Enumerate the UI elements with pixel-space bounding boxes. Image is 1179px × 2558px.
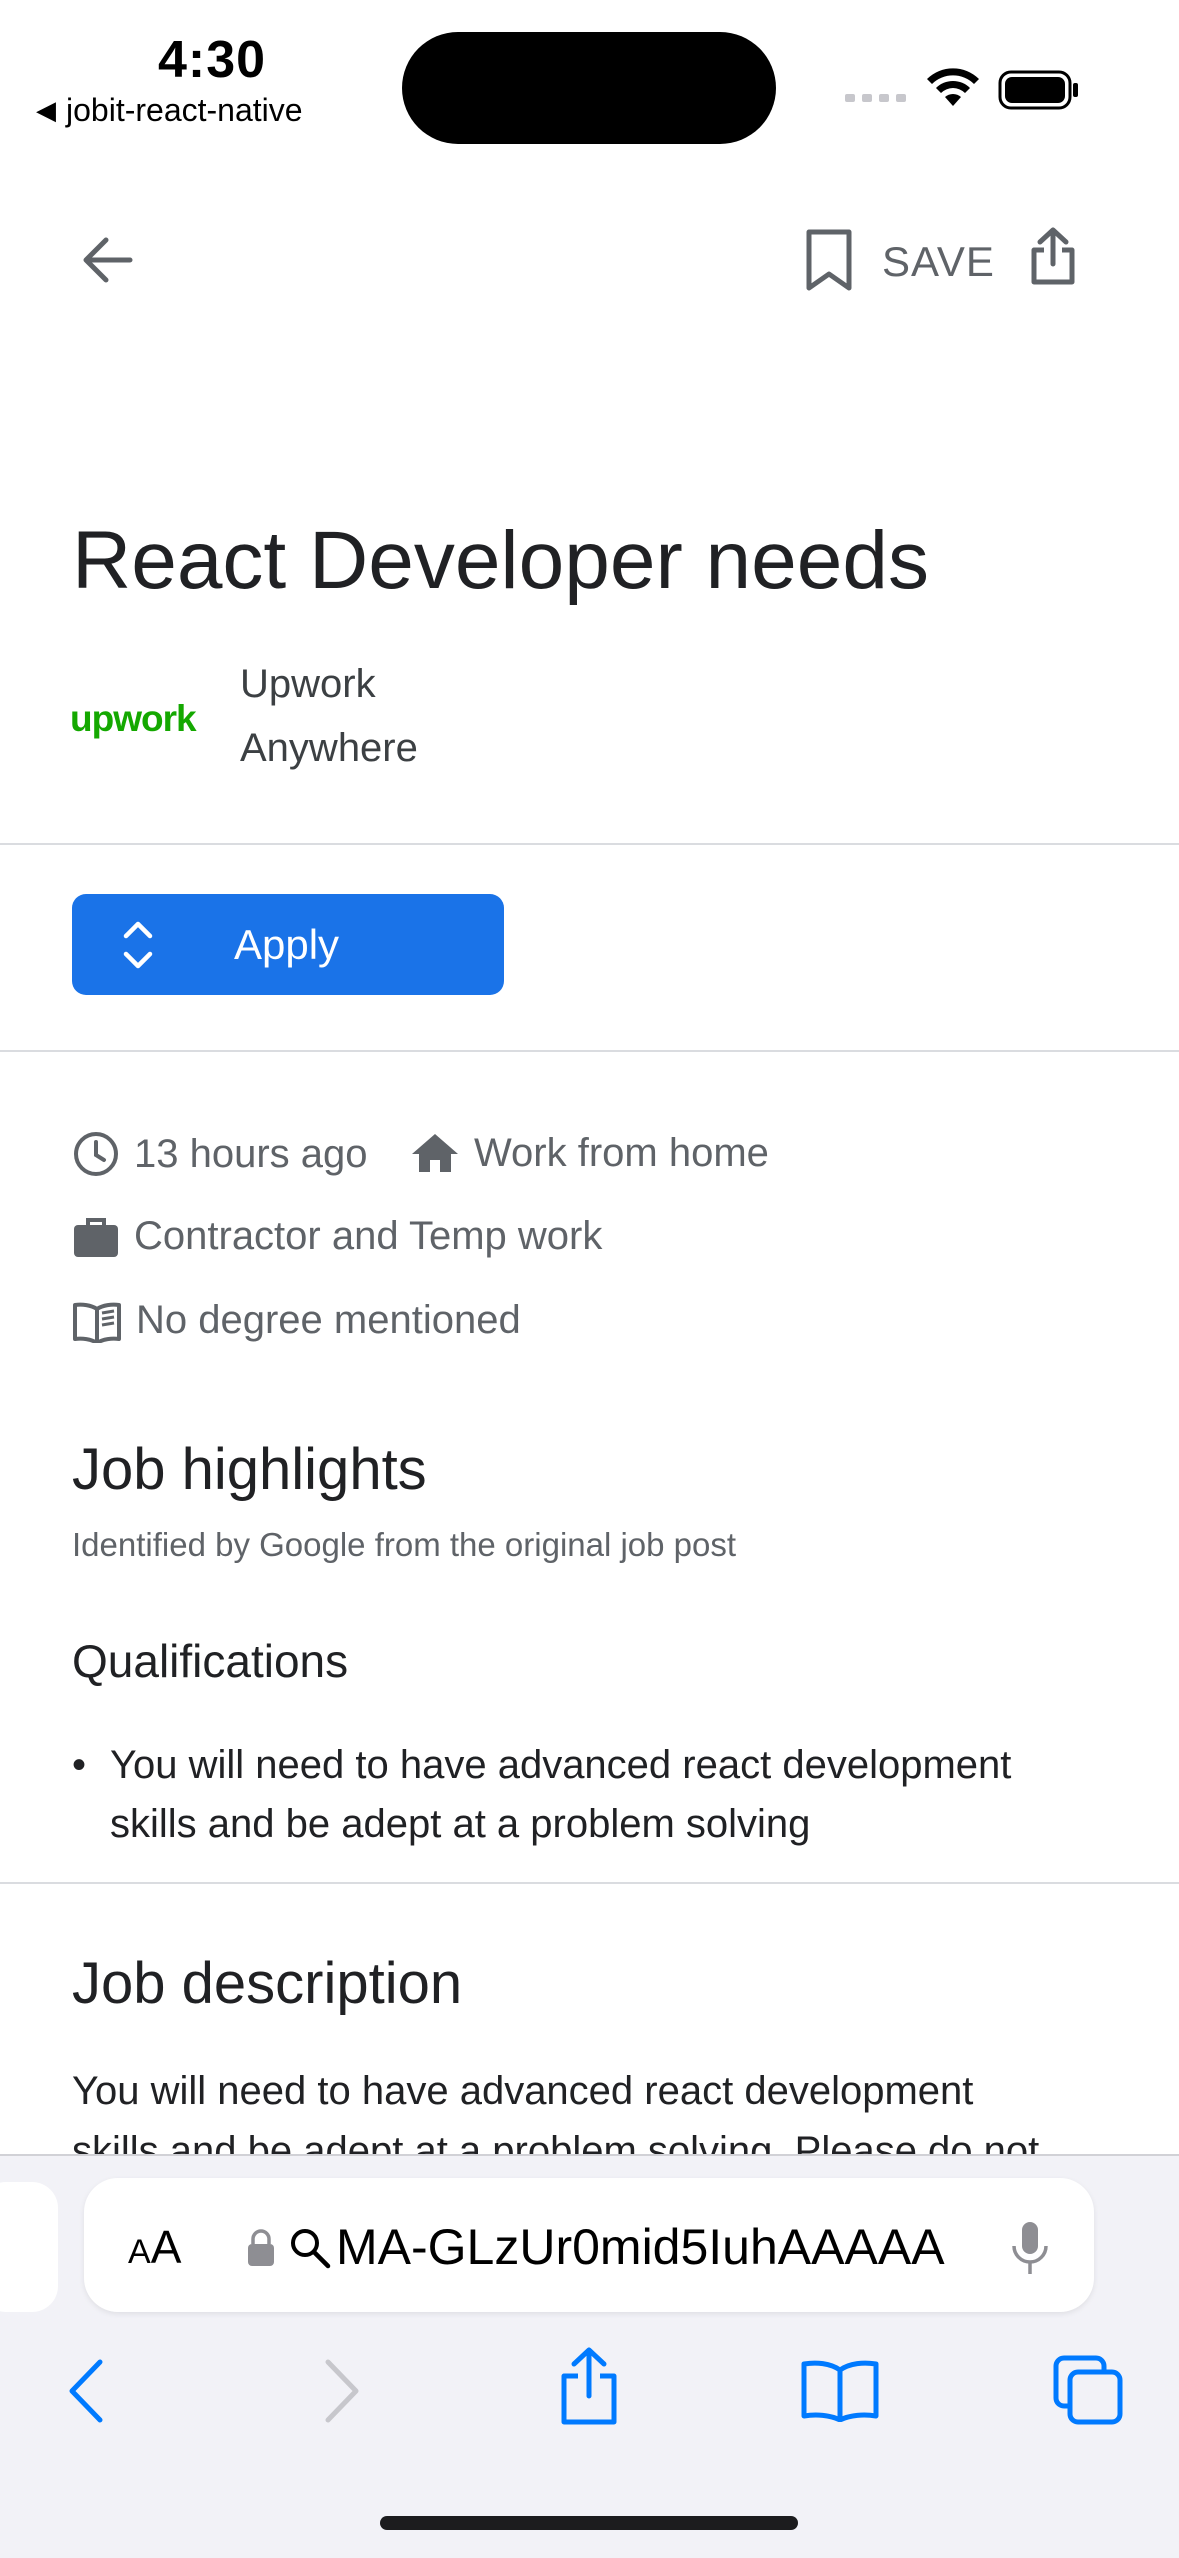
- tabs-icon[interactable]: [1052, 2354, 1124, 2426]
- url-text[interactable]: MA-GLzUr0mid5IuhAAAAA: [336, 2218, 956, 2276]
- previous-tab-preview[interactable]: [0, 2182, 58, 2312]
- back-to-app-link[interactable]: ◀ jobit-react-native: [36, 92, 303, 129]
- description-heading: Job description: [72, 1951, 463, 2016]
- company-logo: upwork: [70, 698, 197, 739]
- posted-time: 13 hours ago: [72, 1130, 368, 1178]
- qualifications-heading: Qualifications: [72, 1635, 349, 1687]
- microphone-icon[interactable]: [1010, 2220, 1050, 2276]
- browser-forward-icon[interactable]: [322, 2358, 362, 2424]
- home-indicator: [380, 2516, 798, 2530]
- briefcase-icon: [74, 1217, 118, 1257]
- apply-button[interactable]: Apply: [72, 894, 504, 995]
- share-icon[interactable]: [1028, 226, 1078, 286]
- dynamic-island: [402, 32, 776, 144]
- job-title: React Developer needs: [72, 515, 929, 606]
- bookmark-icon[interactable]: [803, 228, 855, 294]
- browser-back-icon[interactable]: [66, 2358, 106, 2424]
- divider: [0, 1882, 1179, 1884]
- work-mode: Work from home: [410, 1130, 769, 1176]
- degree-requirement: No degree mentioned: [72, 1298, 521, 1343]
- qualification-bullet: •: [72, 1743, 87, 1787]
- highlights-heading: Job highlights: [72, 1437, 427, 1502]
- apply-label: Apply: [234, 921, 340, 968]
- expand-chevrons-icon: [123, 921, 153, 969]
- aa-large: A: [150, 2221, 182, 2273]
- cellular-signal-icon: [845, 94, 906, 102]
- search-icon: [291, 2229, 331, 2269]
- divider: [0, 1050, 1179, 1052]
- status-time: 4:30: [158, 31, 267, 89]
- job-location: Anywhere: [240, 726, 418, 770]
- battery-icon: [998, 70, 1078, 110]
- description-line-1: You will need to have advanced react dev…: [72, 2069, 974, 2113]
- company-name: Upwork: [240, 662, 376, 706]
- wifi-icon: [927, 68, 979, 106]
- back-app-label: jobit-react-native: [66, 92, 303, 128]
- highlights-subheading: Identified by Google from the original j…: [72, 1526, 737, 1563]
- lock-icon: [248, 2229, 274, 2266]
- clock-icon: [74, 1132, 118, 1176]
- back-arrow-icon[interactable]: [80, 232, 136, 288]
- employment-type: Contractor and Temp work: [72, 1214, 602, 1259]
- browser-share-icon[interactable]: [556, 2346, 622, 2426]
- reader-settings-button[interactable]: AA: [128, 2220, 181, 2274]
- home-icon: [412, 1134, 458, 1172]
- degree-text: No degree mentioned: [136, 1298, 521, 1342]
- divider: [0, 843, 1179, 845]
- bookmarks-icon[interactable]: [800, 2358, 880, 2422]
- book-icon: [73, 1302, 121, 1343]
- qualification-item: You will need to have advanced react dev…: [110, 1743, 1012, 1846]
- employment-type-text: Contractor and Temp work: [134, 1214, 603, 1258]
- save-button[interactable]: SAVE: [882, 238, 995, 286]
- work-mode-text: Work from home: [474, 1130, 769, 1175]
- aa-small: A: [128, 2233, 151, 2271]
- posted-time-text: 13 hours ago: [134, 1131, 368, 1176]
- back-triangle-icon: ◀: [36, 95, 56, 125]
